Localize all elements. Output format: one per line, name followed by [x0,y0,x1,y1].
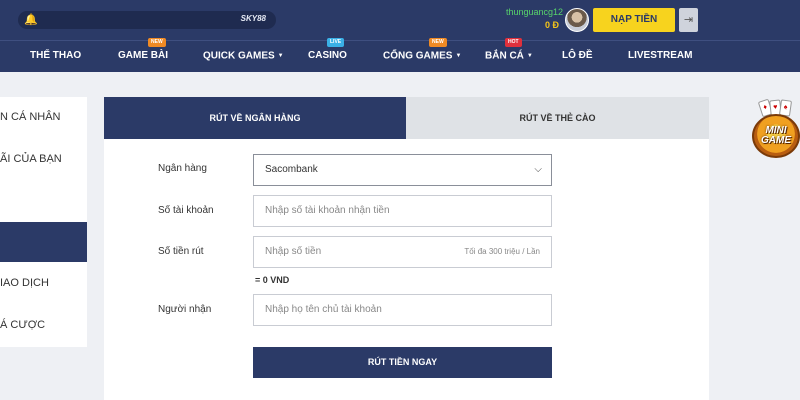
dropdown-arrow-icon: ▼ [455,53,462,59]
amount-placeholder: Nhập số tiền [265,246,322,257]
logout-icon[interactable]: ⇥ [679,8,698,32]
withdraw-submit-button[interactable]: RÚT TIỀN NGAY [253,347,552,378]
main-nav: THỂ THAO NEW GAME BÀI QUICK GAMES ▼ LIVE … [0,38,800,73]
tab-withdraw-bank[interactable]: RÚT VỀ NGÂN HÀNG [104,97,406,139]
sidebar-item-personal-info[interactable]: N CÁ NHÂN [0,97,87,137]
marquee-text: SKY88 [240,14,266,23]
announcement-marquee[interactable]: 🔔 SKY88 [18,11,276,29]
amount-input[interactable]: Nhập số tiền Tối đa 300 triệu / Lần [253,236,552,268]
new-badge: NEW [148,38,166,47]
nav-item-cong-games[interactable]: NEW CỔNG GAMES ▼ [383,38,462,73]
new-badge: NEW [429,38,447,47]
recipient-input[interactable]: Nhập họ tên chủ tài khoản [253,294,552,326]
account-number-label: Số tài khoản [158,205,214,216]
amount-limit-hint: Tối đa 300 triệu / Lần [464,247,540,256]
recipient-label: Người nhận [158,304,212,315]
username[interactable]: thunguancg12 [506,7,563,17]
bank-select-value: Sacombank [265,164,318,175]
sidebar-item-active[interactable] [0,222,87,262]
bank-label: Ngân hàng [158,163,207,174]
account-sidebar: N CÁ NHÂN ÃI CỦA BẠN IAO DỊCH Á CƯỢC [0,97,87,347]
nav-item-quick-games[interactable]: QUICK GAMES ▼ [203,41,284,73]
amount-label: Số tiền rút [158,246,204,257]
minigame-label: MINI GAME [761,125,791,146]
live-badge: LIVE [327,38,345,47]
recipient-placeholder: Nhập họ tên chủ tài khoản [265,304,382,315]
account-number-placeholder: Nhập số tài khoản nhận tiền [265,205,390,216]
sidebar-item-promotions[interactable]: ÃI CỦA BẠN [0,139,87,179]
account-number-input[interactable]: Nhập số tài khoản nhận tiền [253,195,552,227]
deposit-button[interactable]: NẠP TIỀN [593,8,675,32]
nav-item-casino[interactable]: LIVE CASINO [308,38,347,73]
dropdown-arrow-icon: ▼ [277,53,284,59]
converted-amount: = 0 VND [255,275,290,285]
sidebar-item-transactions[interactable]: IAO DỊCH [0,263,87,303]
hot-badge: HOT [505,38,522,47]
nav-item-livestream[interactable]: LIVESTREAM [628,41,692,73]
sidebar-item-blank[interactable] [0,181,87,221]
nav-item-ban-ca[interactable]: HOT BẮN CÁ ▼ [485,38,533,73]
chevron-down-icon: ⌵ [534,164,542,175]
nav-item-the-thao[interactable]: THỂ THAO [30,41,81,73]
nav-item-game-bai[interactable]: NEW GAME BÀI [118,38,168,73]
dropdown-arrow-icon: ▼ [526,53,533,59]
bank-select[interactable]: Sacombank ⌵ [253,154,552,186]
withdraw-panel: RÚT VỀ NGÂN HÀNG RÚT VỀ THẺ CÀO Ngân hàn… [104,97,709,400]
minigame-widget[interactable]: ♦ ♥ ♠ MINI GAME [750,98,800,162]
bell-icon: 🔔 [24,14,38,26]
tab-withdraw-card[interactable]: RÚT VỀ THẺ CÀO [406,97,709,139]
nav-item-lo-de[interactable]: LÔ ĐỀ [562,41,593,73]
balance: 0 Đ [545,20,560,30]
top-bar: 🔔 SKY88 thunguancg12 0 Đ NẠP TIỀN ⇥ [0,0,800,40]
sidebar-item-bet-history[interactable]: Á CƯỢC [0,305,87,345]
avatar[interactable] [565,8,589,32]
